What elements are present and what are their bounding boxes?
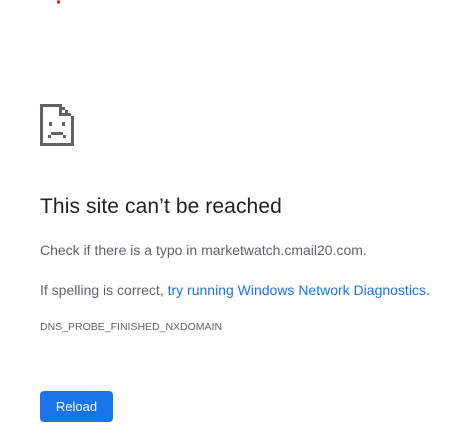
page-title: This site can’t be reached <box>40 195 282 218</box>
error-code: DNS_PROBE_FINISHED_NXDOMAIN <box>40 321 223 333</box>
typo-message-suffix: . <box>362 242 367 258</box>
network-diagnostics-link[interactable]: try running Windows Network Diagnostics <box>168 282 426 298</box>
reload-button[interactable]: Reload <box>40 391 113 422</box>
error-page: This site can’t be reached Check if ther… <box>0 0 471 440</box>
spelling-message: If spelling is correct, try running Wind… <box>40 282 430 298</box>
indicator-dot <box>57 0 60 4</box>
typo-message: Check if there is a typo in marketwatch.… <box>40 242 367 258</box>
spelling-message-prefix: If spelling is correct, <box>40 282 168 298</box>
spelling-message-suffix: . <box>425 282 430 298</box>
sad-page-icon <box>40 104 74 146</box>
typo-message-prefix: Check if there is a typo in <box>40 242 202 258</box>
typo-domain: marketwatch.cmail20.com <box>201 242 363 258</box>
